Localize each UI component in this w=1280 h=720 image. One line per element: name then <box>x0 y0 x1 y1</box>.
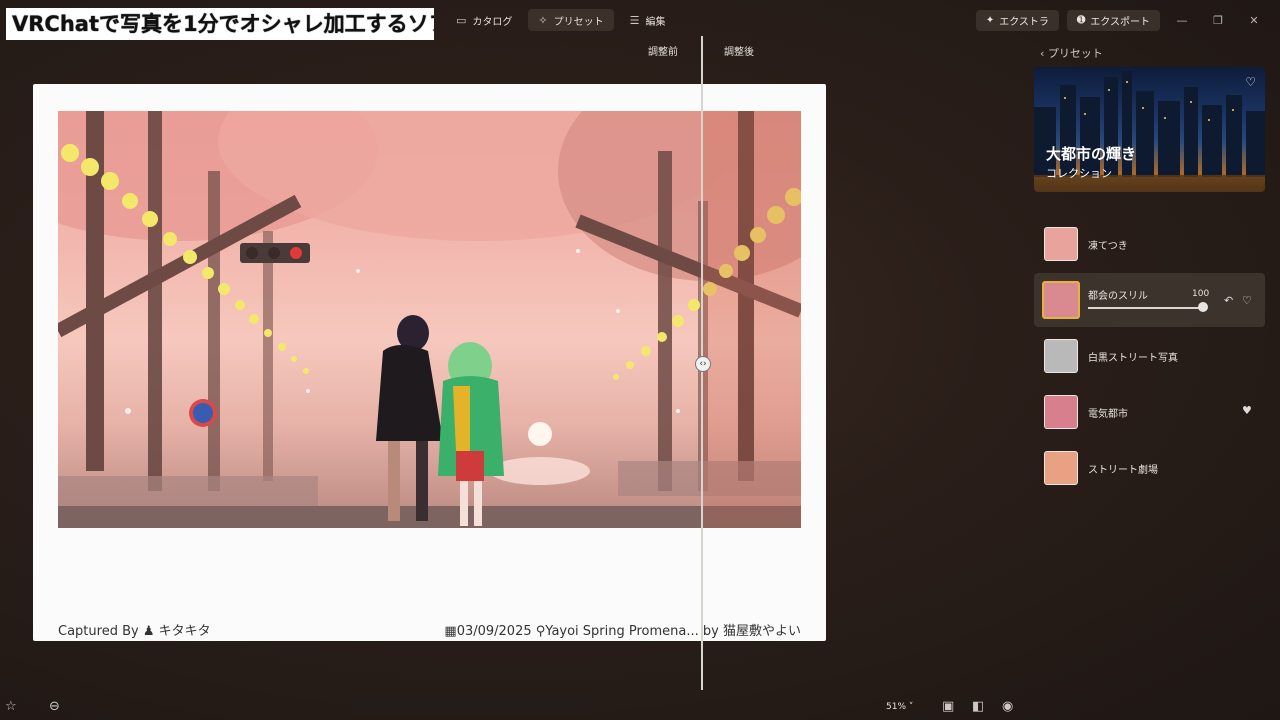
star-icon[interactable]: ☆ <box>5 699 17 714</box>
folder-icon: ▭ <box>456 13 467 27</box>
banner-heart-icon[interactable]: ♡ <box>1245 75 1256 89</box>
back-to-presets[interactable]: ‹ プリセット <box>1040 45 1103 61</box>
chevron-left-icon: ‹ <box>1040 47 1048 60</box>
preset-thumbnail <box>1044 227 1078 261</box>
preset-name: 電気都市 <box>1088 409 1128 420</box>
extra-button[interactable]: ✦ エクストラ <box>975 10 1059 31</box>
tab-presets-label: プリセット <box>553 16 604 28</box>
preset-item[interactable]: 白黒ストリート写真 <box>1034 329 1265 383</box>
preset-name: 凍てつき <box>1088 241 1128 252</box>
preset-name: 白黒ストリート写真 <box>1088 353 1178 364</box>
preset-name: ストリート劇場 <box>1088 465 1158 476</box>
preset-thumbnail <box>1044 395 1078 429</box>
main-nav: ▭ カタログ ✧ プリセット ☰ 編集 <box>446 9 676 31</box>
tab-catalog-label: カタログ <box>472 16 513 28</box>
tab-catalog[interactable]: ▭ カタログ <box>446 9 522 31</box>
preset-intensity-value: 100 <box>1192 289 1210 299</box>
calendar-icon: ▦ <box>444 624 457 639</box>
photo-location: Yayoi Spring Promena... <box>545 624 699 639</box>
photo-date: 03/09/2025 <box>456 624 532 639</box>
heart-outline-icon[interactable]: ♡ <box>1242 294 1252 307</box>
caption-right: ▦03/09/2025 ⚲Yayoi Spring Promena... by … <box>444 620 801 639</box>
after-overlay <box>702 111 801 528</box>
minimize-icon[interactable]: — <box>1168 14 1196 27</box>
wand-icon: ✧ <box>538 13 548 27</box>
preset-thumbnail <box>1042 281 1080 319</box>
banner-title: 大都市の輝き <box>1046 145 1137 163</box>
video-title-overlay: VRChatで写真を1分でオシャレ加工するソフト <box>6 8 434 40</box>
preset-item[interactable]: 電気都市 ♥ <box>1034 385 1265 439</box>
restore-icon[interactable]: ❐ <box>1204 14 1232 27</box>
preset-item[interactable]: ストリート劇場 <box>1034 441 1265 495</box>
cherry-blossom-scene <box>58 111 801 528</box>
minus-circle-icon[interactable]: ⊖ <box>49 699 60 714</box>
preset-intensity-slider[interactable] <box>1088 307 1206 309</box>
person-icon: ♟ <box>142 624 159 639</box>
compare-handle-icon[interactable]: ‹› <box>695 356 711 372</box>
after-label: 調整後 <box>724 47 754 58</box>
heart-filled-icon[interactable]: ♥ <box>1242 404 1252 417</box>
preset-name: 都会のスリル <box>1088 291 1148 302</box>
banner-subtitle: コレクション <box>1046 167 1112 180</box>
collection-banner[interactable]: 大都市の輝き コレクション ♡ <box>1034 67 1265 192</box>
sparkle-icon: ✦ <box>985 15 995 26</box>
preset-item-active[interactable]: 都会のスリル 100 ↶ ♡ <box>1034 273 1265 327</box>
preset-sidebar: ‹ プリセット 大都市の輝き コレクション ♡ 凍てつき 都会のスリル 100 … <box>1030 36 1270 696</box>
location-pin-icon: ⚲ <box>535 624 546 639</box>
preset-thumbnail <box>1044 339 1078 373</box>
tab-presets[interactable]: ✧ プリセット <box>528 9 614 31</box>
export-label: エクスポート <box>1090 17 1150 28</box>
sliders-icon: ☰ <box>629 13 640 27</box>
filmstrip-scrollbar[interactable] <box>351 696 591 714</box>
close-icon[interactable]: ✕ <box>1240 14 1268 27</box>
compare-view-icon[interactable]: ◧ <box>972 699 984 714</box>
eye-icon[interactable]: ◉ <box>1002 699 1013 714</box>
preset-thumbnail <box>1044 451 1078 485</box>
zoom-value: 51% <box>886 702 907 712</box>
top-right-controls: ✦ エクストラ ➊ エクスポート — ❐ ✕ <box>975 10 1268 31</box>
author-name: キタキタ <box>158 624 211 639</box>
top-bar: VRChatで写真を1分でオシャレ加工するソフト ▭ カタログ ✧ プリセット … <box>0 0 1280 40</box>
captured-by-label: Captured By <box>58 624 139 639</box>
export-button[interactable]: ➊ エクスポート <box>1066 10 1160 31</box>
undo-icon[interactable]: ↶ <box>1224 294 1233 307</box>
tab-edit-label: 編集 <box>645 16 666 28</box>
tab-edit[interactable]: ☰ 編集 <box>620 9 676 31</box>
preset-item[interactable]: 凍てつき <box>1034 217 1265 271</box>
zoom-level[interactable]: 51% ˅ <box>886 702 913 712</box>
export-icon: ➊ <box>1076 15 1086 26</box>
fit-view-icon[interactable]: ▣ <box>942 699 954 714</box>
preview-photo <box>58 111 801 528</box>
caption-left: Captured By ♟ キタキタ <box>58 620 211 639</box>
extra-label: エクストラ <box>999 17 1049 28</box>
photo-by: by 猫屋敷やよい <box>702 624 801 639</box>
slider-knob[interactable] <box>1198 302 1208 312</box>
bottom-bar: ☆ ⊖ 51% ˅ ▣ ◧ ◉ <box>0 696 1280 720</box>
back-label: プリセット <box>1047 47 1103 60</box>
before-label: 調整前 <box>648 47 678 58</box>
